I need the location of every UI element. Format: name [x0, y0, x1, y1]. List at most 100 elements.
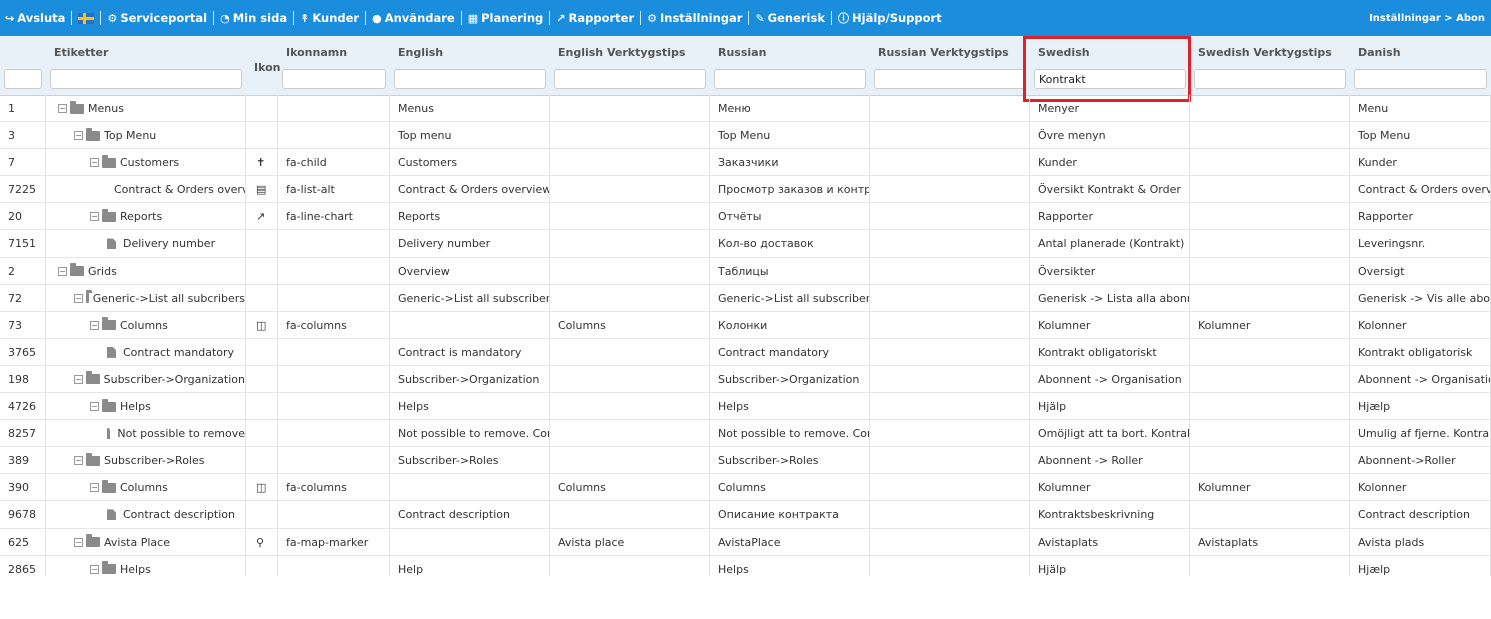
- cell-id[interactable]: 1: [0, 95, 46, 122]
- cell-english-tooltip[interactable]: [550, 338, 710, 366]
- collapse-toggle-icon[interactable]: −: [74, 456, 83, 466]
- cell-swedish-tooltip[interactable]: [1190, 230, 1350, 258]
- column-label[interactable]: Ikonnamn: [286, 46, 347, 59]
- table-row[interactable]: 20 − Reports ↗ fa-line-chart Reports Отчёты Rap…: [0, 203, 1491, 231]
- cell-id[interactable]: 7225: [0, 176, 46, 204]
- cell-icon[interactable]: [246, 393, 278, 421]
- cell-id[interactable]: 3765: [0, 338, 46, 366]
- cell-swedish[interactable]: Kontraktsbeskrivning: [1030, 501, 1190, 529]
- table-row[interactable]: 3765 Contract mandatory Contract is mandat…: [0, 338, 1491, 366]
- cell-swedish[interactable]: Antal planerade (Kontrakt): [1030, 230, 1190, 258]
- cell-icon-name[interactable]: fa-list-alt: [278, 176, 390, 204]
- cell-swedish[interactable]: Rapporter: [1030, 203, 1190, 231]
- cell-english[interactable]: [390, 474, 550, 502]
- cell-swedish-tooltip[interactable]: [1190, 365, 1350, 393]
- cell-swedish[interactable]: Övre menyn: [1030, 122, 1190, 150]
- filter-english-tooltip[interactable]: [554, 69, 706, 89]
- table-row[interactable]: 73 − Columns ◫ fa-columns Columns Колонки Kolum…: [0, 311, 1491, 339]
- collapse-toggle-icon[interactable]: −: [58, 266, 67, 276]
- cell-icon[interactable]: ▤: [246, 176, 278, 204]
- cell-id[interactable]: 20: [0, 203, 46, 231]
- cell-english-tooltip[interactable]: [550, 555, 710, 576]
- table-row[interactable]: 9678 Contract description Contract descrip…: [0, 501, 1491, 529]
- cell-icon[interactable]: [246, 122, 278, 150]
- cell-russian[interactable]: Helps: [710, 393, 870, 421]
- generic-button[interactable]: ✎ Generisk: [750, 0, 830, 36]
- cell-icon-name[interactable]: [278, 393, 390, 421]
- cell-labels[interactable]: Not possible to remove: [46, 420, 246, 448]
- filter-russian-tooltip[interactable]: [874, 69, 1026, 89]
- cell-icon[interactable]: [246, 555, 278, 576]
- cell-swedish-tooltip[interactable]: [1190, 447, 1350, 475]
- cell-swedish[interactable]: Avistaplats: [1030, 528, 1190, 556]
- cell-english-tooltip[interactable]: [550, 203, 710, 231]
- cell-swedish[interactable]: Översikt Kontrakt & Order: [1030, 176, 1190, 204]
- customers-button[interactable]: ↟ Kunder: [295, 0, 364, 36]
- column-label[interactable]: Swedish Verktygstips: [1198, 46, 1332, 59]
- cell-labels[interactable]: Contract description: [46, 501, 246, 529]
- cell-english-tooltip[interactable]: Columns: [550, 311, 710, 339]
- cell-id[interactable]: 72: [0, 284, 46, 312]
- settings-button[interactable]: ⚙ Inställningar: [642, 0, 747, 36]
- cell-russian-tooltip[interactable]: [870, 284, 1030, 312]
- cell-labels[interactable]: − Menus: [46, 95, 246, 122]
- cell-labels[interactable]: − Subscriber->Roles: [46, 447, 246, 475]
- cell-russian[interactable]: Contract mandatory: [710, 338, 870, 366]
- cell-english[interactable]: Overview: [390, 257, 550, 285]
- cell-labels[interactable]: − Columns: [46, 474, 246, 502]
- cell-swedish-tooltip[interactable]: [1190, 257, 1350, 285]
- cell-id[interactable]: 8257: [0, 420, 46, 448]
- collapse-toggle-icon[interactable]: −: [74, 293, 83, 303]
- table-row[interactable]: 3 − Top Menu Top menu Top Menu Övre menyn Top …: [0, 122, 1491, 150]
- filter-danish[interactable]: [1354, 69, 1487, 89]
- cell-labels[interactable]: − Avista Place: [46, 528, 246, 556]
- cell-swedish-tooltip[interactable]: [1190, 393, 1350, 421]
- cell-english-tooltip[interactable]: [550, 447, 710, 475]
- users-button[interactable]: ● Användare: [367, 0, 460, 36]
- cell-russian-tooltip[interactable]: [870, 501, 1030, 529]
- cell-danish[interactable]: Contract description: [1350, 501, 1491, 529]
- cell-danish[interactable]: Rapporter: [1350, 203, 1491, 231]
- serviceportal-button[interactable]: ⚙ Serviceportal: [102, 0, 212, 36]
- cell-english[interactable]: Subscriber->Organization: [390, 365, 550, 393]
- cell-labels[interactable]: − Top Menu: [46, 122, 246, 150]
- cell-icon-name[interactable]: fa-map-marker: [278, 528, 390, 556]
- cell-icon-name[interactable]: fa-child: [278, 149, 390, 177]
- cell-id[interactable]: 3: [0, 122, 46, 150]
- table-row[interactable]: 72− Generic->List all subcribers Generic->…: [0, 284, 1491, 312]
- cell-english[interactable]: Reports: [390, 203, 550, 231]
- cell-icon-name[interactable]: [278, 338, 390, 366]
- collapse-toggle-icon[interactable]: −: [74, 537, 83, 547]
- filter-labels[interactable]: [50, 69, 242, 89]
- logout-button[interactable]: ↪ Avsluta: [0, 0, 70, 36]
- collapse-toggle-icon[interactable]: −: [90, 320, 99, 330]
- cell-english-tooltip[interactable]: [550, 176, 710, 204]
- table-row[interactable]: 2865 − Helps Help Helps Hjälp Hjælp: [0, 555, 1491, 576]
- cell-swedish-tooltip[interactable]: Kolumner: [1190, 311, 1350, 339]
- table-row[interactable]: 2 − Grids Overview Таблицы Översikter Oversigt: [0, 257, 1491, 285]
- cell-labels[interactable]: − Subscriber->Organization: [46, 365, 246, 393]
- help-button[interactable]: ⓘ Hjälp/Support: [833, 0, 947, 36]
- cell-danish[interactable]: Menu: [1350, 95, 1491, 122]
- cell-english[interactable]: Generic->List all subscribers: [390, 284, 550, 312]
- cell-labels[interactable]: − Customers: [46, 149, 246, 177]
- table-row[interactable]: 198 − Subscriber->Organization Subscriber->…: [0, 365, 1491, 394]
- cell-english[interactable]: Subscriber->Roles: [390, 447, 550, 475]
- cell-id[interactable]: 7151: [0, 230, 46, 258]
- table-row[interactable]: 4726 − Helps Helps Helps Hjälp Hjælp: [0, 393, 1491, 421]
- cell-russian-tooltip[interactable]: [870, 420, 1030, 448]
- collapse-toggle-icon[interactable]: −: [90, 483, 99, 493]
- cell-russian-tooltip[interactable]: [870, 203, 1030, 231]
- cell-icon[interactable]: ⚲: [246, 528, 278, 556]
- cell-icon-name[interactable]: fa-columns: [278, 474, 390, 502]
- cell-id[interactable]: 625: [0, 528, 46, 556]
- column-label[interactable]: Russian: [718, 46, 766, 59]
- cell-english[interactable]: Top menu: [390, 122, 550, 150]
- language-button[interactable]: [73, 0, 99, 36]
- cell-labels[interactable]: Contract & Orders overview: [46, 176, 246, 204]
- cell-icon[interactable]: [246, 501, 278, 529]
- cell-swedish-tooltip[interactable]: [1190, 501, 1350, 529]
- table-row[interactable]: 390 − Columns ◫ fa-columns Columns Columns Kolu…: [0, 474, 1491, 502]
- cell-russian-tooltip[interactable]: [870, 176, 1030, 204]
- cell-russian[interactable]: Subscriber->Roles: [710, 447, 870, 475]
